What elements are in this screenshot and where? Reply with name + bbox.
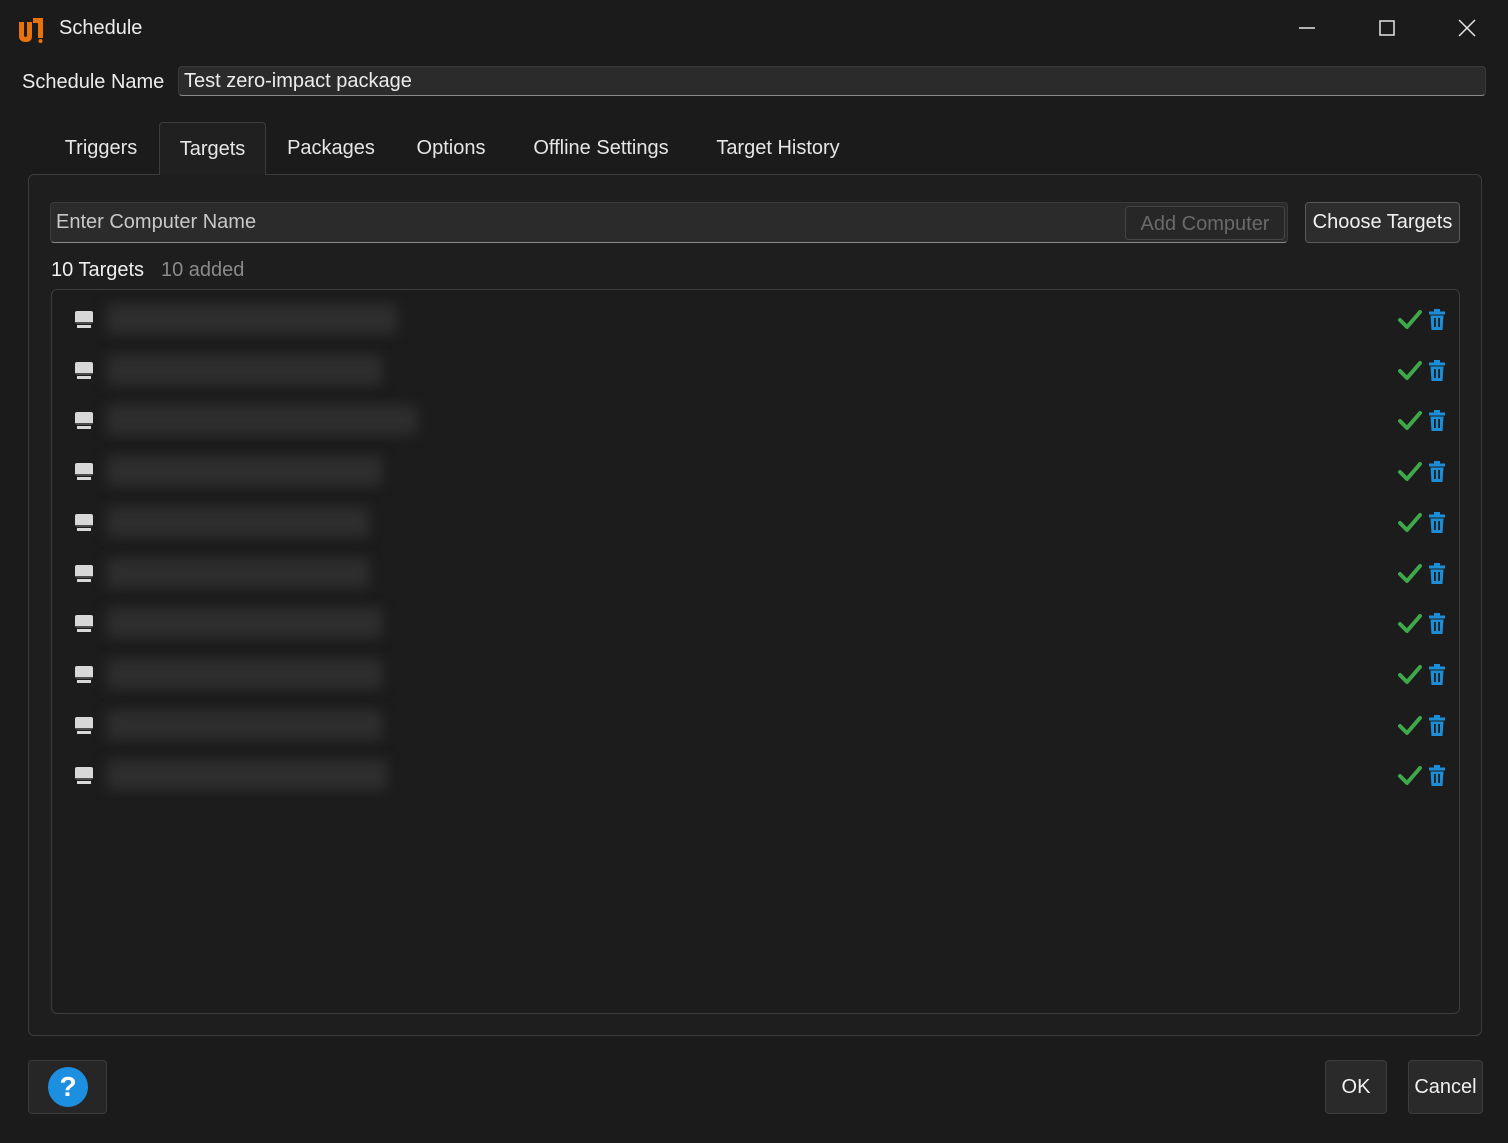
checkmark-icon [1398,614,1422,634]
target-row[interactable] [52,294,1459,345]
tab-triggers[interactable]: Triggers [63,122,139,174]
targets-list[interactable] [51,289,1460,1014]
close-icon [1458,19,1476,37]
redacted-computer-name [107,354,382,385]
trash-icon[interactable] [1428,511,1446,534]
computer-icon [75,716,93,734]
title-bar: Schedule [0,0,1508,58]
trash-icon[interactable] [1428,309,1446,331]
minimize-button[interactable] [1287,10,1327,46]
ok-button[interactable]: OK [1325,1060,1387,1114]
cancel-button[interactable]: Cancel [1408,1060,1483,1114]
trash-icon[interactable] [1428,714,1446,737]
schedule-name-label: Schedule Name [22,71,165,93]
target-row[interactable] [52,497,1459,548]
checkmark-icon [1398,563,1422,583]
target-row[interactable] [52,700,1459,751]
svg-text:?: ? [59,1071,76,1102]
tab-targets[interactable]: Targets [159,122,266,175]
checkmark-icon [1398,462,1422,482]
tab-offline-settings[interactable]: Offline Settings [527,122,675,174]
help-icon: ? [47,1067,88,1107]
target-row[interactable] [52,750,1459,801]
trash-icon[interactable] [1428,359,1446,382]
redacted-computer-name [107,456,382,487]
computer-icon [75,615,93,633]
trash-icon[interactable] [1428,461,1446,483]
computer-icon [75,311,93,328]
checkmark-icon [1398,512,1422,532]
redacted-computer-name [107,608,382,639]
computer-icon [75,412,93,430]
schedule-dialog: Schedule Schedule Name Triggers Targets … [0,0,1508,1143]
target-row[interactable] [52,649,1459,700]
maximize-icon [1379,20,1395,36]
redacted-computer-name [107,658,382,689]
unicorn-logo-icon [19,18,43,43]
choose-targets-button[interactable]: Choose Targets [1305,202,1460,243]
computer-icon [75,665,93,683]
target-row[interactable] [52,446,1459,497]
trash-icon[interactable] [1428,562,1446,585]
minimize-icon [1299,27,1315,29]
computer-icon [75,463,93,481]
checkmark-icon [1398,664,1422,684]
trash-icon[interactable] [1428,410,1446,432]
tab-packages[interactable]: Packages [286,122,376,174]
close-button[interactable] [1447,10,1487,46]
targets-added: 10 added [161,259,245,281]
computer-icon [75,513,93,531]
redacted-computer-name [107,304,397,334]
schedule-name-input[interactable] [178,66,1486,96]
checkmark-icon [1398,310,1422,329]
checkmark-icon [1398,715,1422,735]
maximize-button[interactable] [1367,10,1407,46]
redacted-computer-name [107,506,369,537]
targets-count: 10 Targets [51,259,145,281]
checkmark-icon [1398,411,1422,431]
trash-icon[interactable] [1428,663,1446,686]
tab-options[interactable]: Options [412,122,490,174]
computer-icon [75,361,93,379]
redacted-computer-name [107,405,417,436]
target-row[interactable] [52,395,1459,446]
checkmark-icon [1398,766,1422,786]
target-row[interactable] [52,548,1459,599]
redacted-computer-name [107,760,387,791]
trash-icon[interactable] [1428,765,1446,787]
add-computer-button[interactable]: Add Computer [1125,206,1285,240]
computer-name-input[interactable] [50,202,1288,243]
checkmark-icon [1398,360,1422,380]
tab-target-history[interactable]: Target History [711,122,845,174]
redacted-computer-name [107,557,369,588]
computer-icon [75,564,93,582]
redacted-computer-name [107,709,382,740]
computer-icon [75,767,93,785]
window-title: Schedule [59,17,143,39]
help-button[interactable]: ? [28,1060,107,1114]
target-row[interactable] [52,598,1459,649]
target-row[interactable] [52,345,1459,396]
trash-icon[interactable] [1428,613,1446,635]
